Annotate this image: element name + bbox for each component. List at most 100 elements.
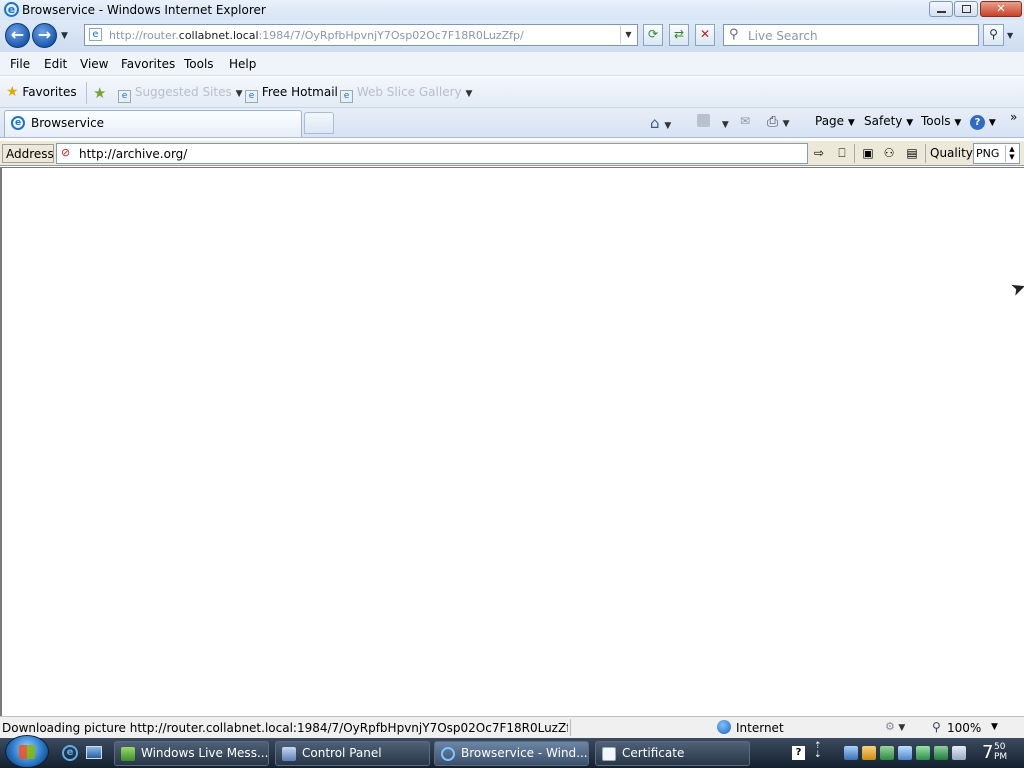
read-mail-button[interactable]: ✉ — [740, 114, 750, 128]
forward-button[interactable]: → — [32, 23, 57, 48]
start-button[interactable] — [5, 735, 49, 768]
quality-spinner-icon[interactable]: ▲ ▼ — [1005, 145, 1018, 162]
compatibility-view-button[interactable]: ⟳ — [643, 24, 663, 46]
suggested-sites-button[interactable]: e Suggested Sites ▼ — [118, 85, 242, 103]
address-input[interactable]: ⊘ http://archive.org/ — [56, 143, 808, 164]
menu-favorites[interactable]: Favorites — [121, 57, 175, 71]
back-button[interactable]: ← — [5, 23, 30, 48]
clipboard-button[interactable]: ▤ — [903, 145, 921, 161]
show-desktop-icon[interactable] — [86, 746, 102, 759]
suggested-sites-label: Suggested Sites — [134, 85, 232, 99]
security-warning-icon: ⊘ — [61, 146, 71, 159]
add-to-favorites-icon[interactable]: ★ — [93, 84, 106, 102]
print-button[interactable]: ⎙ ▼ — [767, 114, 790, 130]
quality-select[interactable]: PNG ▲ ▼ — [973, 143, 1020, 164]
menu-tools[interactable]: Tools — [184, 57, 214, 71]
taskbar-item-label: Browservice - Wind... — [461, 746, 588, 760]
menu-view[interactable]: View — [80, 57, 108, 71]
help-icon: ? — [970, 115, 985, 130]
messenger-icon — [121, 747, 135, 761]
quicklaunch-ie-icon[interactable]: e — [62, 745, 78, 761]
go-arrow-icon: ⇨ — [813, 146, 825, 160]
page-menu-label: Page — [815, 114, 845, 128]
minimize-button[interactable] — [929, 1, 953, 17]
clock-hour[interactable]: 7 — [982, 742, 993, 763]
page-content[interactable] — [0, 167, 1024, 716]
chevron-down-icon: ▼ — [1007, 31, 1014, 40]
clock-minutes-ampm[interactable]: 50 PM — [994, 742, 1007, 762]
language-tray-icon[interactable]: ⇡ ⇣ — [814, 742, 822, 760]
search-options-dropdown[interactable]: ▼ — [1007, 31, 1013, 40]
zoom-level[interactable]: 100% — [947, 721, 981, 735]
mail-icon: ✉ — [740, 114, 751, 128]
ie-icon — [441, 747, 455, 761]
help-menu-button[interactable]: ? ▼ — [970, 114, 996, 130]
network-tray-icon[interactable] — [844, 746, 858, 760]
search-button[interactable]: ⚲ — [983, 24, 1004, 46]
home-button[interactable]: ⌂ ▼ — [650, 114, 671, 132]
stop-button[interactable]: ✕ — [695, 24, 715, 46]
page-icon: e — [245, 90, 258, 103]
url-dropdown[interactable]: ▼ — [620, 26, 636, 44]
screenshot-button[interactable]: ▣ — [859, 145, 877, 161]
recent-pages-dropdown[interactable]: ▼ — [61, 31, 68, 41]
image-icon: ▣ — [862, 146, 874, 160]
security-zone[interactable]: Internet — [736, 721, 784, 735]
control-panel-icon — [282, 747, 296, 761]
zoom-dropdown[interactable]: ▼ — [991, 722, 998, 732]
taskbar-item-messenger[interactable]: Windows Live Mess... — [114, 741, 269, 766]
tab-browservice[interactable]: e Browservice — [4, 110, 302, 137]
menu-help[interactable]: Help — [229, 57, 256, 71]
tools-menu-button[interactable]: Tools ▼ — [921, 114, 961, 128]
help-tray-icon[interactable]: ? — [792, 746, 805, 760]
favorites-label: Favorites — [22, 85, 77, 99]
restore-button[interactable] — [954, 1, 978, 17]
chevron-down-icon: ▼ — [906, 118, 914, 128]
menu-edit[interactable]: Edit — [44, 57, 67, 71]
globe-icon — [717, 720, 731, 734]
compatibility-icon: ⟳ — [647, 27, 659, 41]
go-button[interactable]: ⇨ — [810, 145, 828, 161]
find-button[interactable]: ⚇ — [880, 145, 898, 161]
forward-arrow-icon: → — [37, 25, 52, 44]
menu-file[interactable]: File — [10, 57, 30, 71]
chevron-down-icon: ▼ — [991, 722, 998, 732]
protected-mode-icon[interactable]: ⚙ ▼ — [885, 720, 905, 733]
url-suffix: :1984/7/OyRpfbHpvnjY7Osp02Oc7F18R0LuzZfp… — [258, 29, 524, 42]
back-arrow-icon: ← — [10, 25, 25, 44]
star-icon: ★ — [6, 84, 19, 100]
url-input[interactable]: e http://router.collabnet.local:1984/7/O… — [84, 24, 638, 46]
taskbar-item-browservice[interactable]: Browservice - Wind... — [434, 741, 589, 766]
new-tab-button[interactable] — [304, 112, 334, 134]
free-hotmail-link[interactable]: e Free Hotmail — [245, 85, 338, 103]
bookmark-button[interactable]: ⎕ — [833, 145, 851, 161]
feeds-button[interactable]: ▼ — [697, 114, 729, 130]
more-commands-chevron-icon[interactable]: » — [1010, 110, 1017, 124]
safety-menu-button[interactable]: Safety ▼ — [864, 114, 913, 128]
favorites-button[interactable]: ★ Favorites — [6, 84, 77, 100]
volume-tray-icon[interactable] — [952, 746, 966, 760]
refresh-button[interactable]: ⇄ — [669, 24, 689, 46]
clock-ampm: PM — [994, 752, 1008, 762]
users-tray-icon[interactable] — [862, 746, 876, 760]
window-title: Browservice - Windows Internet Explorer — [22, 3, 266, 17]
web-slice-gallery-button[interactable]: e Web Slice Gallery ▼ — [340, 85, 472, 103]
taskbar-item-certificate[interactable]: Certificate — [595, 741, 750, 766]
connection-tray-icon[interactable] — [916, 746, 930, 760]
page-icon: e — [118, 90, 131, 103]
chevron-down-icon: ▼ — [988, 118, 996, 128]
ie-page-icon: e — [11, 116, 25, 130]
chevron-down-icon: ▼ — [782, 119, 790, 129]
taskbar-item-control-panel[interactable]: Control Panel — [275, 741, 430, 766]
stop-icon: ✕ — [699, 27, 711, 41]
page-menu-button[interactable]: Page ▼ — [815, 114, 855, 128]
windows-logo-icon — [19, 745, 35, 759]
url-text: http://router.collabnet.local:1984/7/OyR… — [109, 29, 524, 42]
search-input[interactable]: ⚲ Live Search — [723, 24, 979, 46]
quality-value: PNG — [976, 147, 1000, 160]
page-icon: e — [340, 90, 353, 103]
security-tray-icon[interactable] — [880, 746, 894, 760]
monitor-tray-icon[interactable] — [898, 746, 912, 760]
sync-tray-icon[interactable] — [934, 746, 948, 760]
close-button[interactable]: ✕ — [980, 1, 1022, 17]
